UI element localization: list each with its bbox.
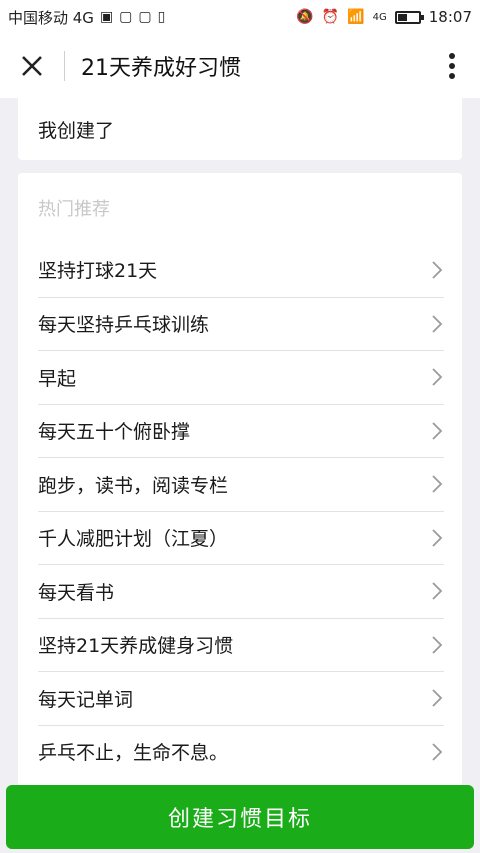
title-divider: [64, 51, 65, 81]
chevron-right-icon: [432, 261, 443, 279]
list-item[interactable]: 早起: [38, 350, 444, 404]
chevron-right-icon: [432, 368, 443, 386]
top-bar: 21天养成好习惯: [0, 34, 480, 98]
section-heading: 热门推荐: [38, 199, 110, 220]
close-button[interactable]: [0, 34, 64, 98]
app-notification-icon: ▢: [138, 9, 152, 25]
list-item-label: 每天五十个俯卧撑: [38, 421, 191, 444]
list-item-label: 坚持21天养成健身习惯: [38, 635, 234, 658]
chevron-right-icon: [432, 689, 443, 707]
list-item-label: 每天坚持乒乓球训练: [38, 314, 210, 337]
list-item[interactable]: 每天记单词: [38, 671, 444, 725]
list-item-label: 每天看书: [38, 581, 115, 604]
chevron-right-icon: [432, 582, 443, 600]
more-button[interactable]: [424, 34, 480, 98]
more-vertical-icon: [449, 53, 455, 79]
chevron-right-icon: [432, 529, 443, 547]
mute-icon: 🔕: [296, 9, 314, 25]
list-item[interactable]: 每天坚持乒乓球训练: [38, 296, 444, 351]
list-item[interactable]: 每天五十个俯卧撑: [38, 403, 444, 458]
create-habit-label: 创建习惯目标: [167, 807, 312, 832]
list-item-label: 每天记单词: [38, 688, 134, 711]
list-item[interactable]: 每天看书: [38, 564, 444, 618]
status-bar: 中国移动 4G ▣ ▢ ▢ ▯ 🔕 ⏰ 📶 4G 18:07: [0, 0, 480, 34]
list-item-label: 跑步，读书，阅读专栏: [38, 474, 229, 497]
chevron-right-icon: [432, 315, 443, 333]
list-item[interactable]: 坚持打球21天: [38, 243, 444, 297]
list-item-label: 坚持打球21天: [38, 260, 158, 283]
list-item-label: 千人减肥计划（江夏）: [38, 528, 229, 551]
list-item[interactable]: 乒乓不止，生命不息。: [38, 724, 444, 779]
list-item[interactable]: 跑步，读书，阅读专栏: [38, 457, 444, 511]
status-right: 🔕 ⏰ 📶 4G 18:07: [296, 8, 472, 26]
status-left: 中国移动 4G ▣ ▢ ▢ ▯: [8, 7, 165, 28]
list-item-label: 乒乓不止，生命不息。: [38, 742, 229, 765]
battery-icon: [394, 10, 424, 24]
chevron-right-icon: [432, 743, 443, 761]
sim-icon: ▯: [157, 9, 166, 25]
network-badge: 4G: [372, 11, 387, 23]
list-item-label: 早起: [38, 367, 77, 390]
alarm-icon: ⏰: [321, 9, 340, 25]
popular-list: 坚持打球21天每天坚持乒乓球训练 早起每天五十个俯卧撑跑步，读书，阅读专栏 千人减肥…: [18, 243, 462, 778]
popular-card: 热门推荐 坚持打球21天每天坚持乒乓球训练 早起每天五十个俯卧撑跑步，读书，阅读专…: [18, 173, 462, 793]
battery-fill: [397, 13, 407, 21]
carrier-text: 中国移动 4G: [8, 8, 94, 27]
list-item[interactable]: 千人减肥计划（江夏）: [38, 510, 444, 565]
clock: 18:07: [428, 8, 472, 26]
chevron-right-icon: [432, 636, 443, 654]
app-notification-icon: ▢: [119, 9, 133, 25]
close-icon: [22, 56, 42, 76]
create-habit-button[interactable]: 创建习惯目标: [6, 785, 474, 849]
list-item[interactable]: 坚持21天养成健身习惯: [38, 617, 444, 672]
chevron-right-icon: [432, 475, 443, 493]
my-habits-item[interactable]: 我创建了: [18, 98, 462, 160]
my-habits-label: 我创建了: [38, 119, 115, 142]
chevron-right-icon: [432, 422, 443, 440]
wifi-icon: 📶: [347, 9, 365, 25]
image-icon: ▣: [99, 9, 114, 25]
page-title: 21天养成好习惯: [81, 56, 241, 81]
